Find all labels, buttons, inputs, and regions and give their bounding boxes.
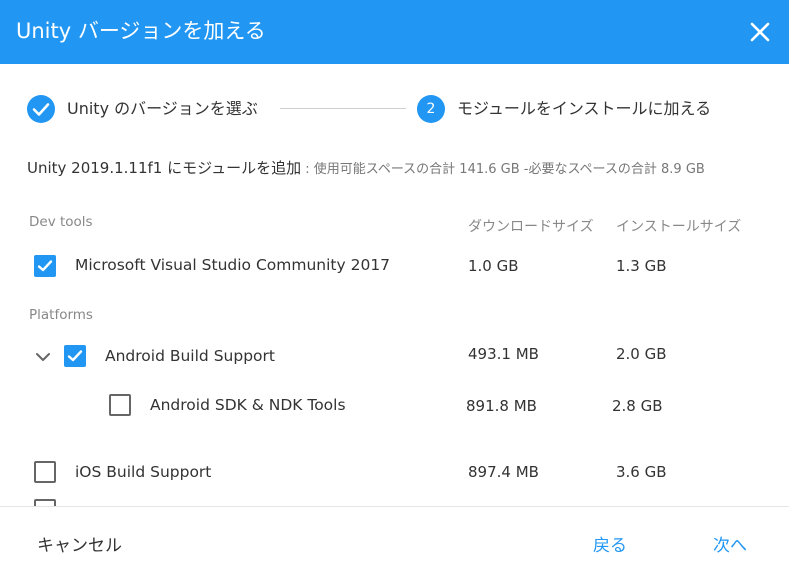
module-download-android: 493.1 MB	[468, 345, 539, 363]
column-install-size: インストールサイズ	[616, 219, 742, 235]
module-checkbox-visual-studio[interactable]	[34, 255, 56, 277]
module-download-ios: 897.4 MB	[468, 463, 539, 481]
module-download-visual-studio: 1.0 GB	[468, 257, 519, 275]
chevron-down-icon[interactable]	[34, 348, 52, 370]
module-checkbox-android-sdk-ndk[interactable]	[109, 394, 131, 416]
dialog-title: Unity バージョンを加える	[16, 19, 266, 43]
step-2-number: 2	[417, 95, 445, 123]
close-icon[interactable]	[745, 17, 775, 47]
module-download-android-sdk-ndk: 891.8 MB	[466, 397, 537, 415]
summary-space: : 使用可能スペースの合計 141.6 GB -必要なスペースの合計 8.9 G…	[301, 162, 705, 177]
module-install-visual-studio: 1.3 GB	[616, 257, 667, 275]
step-connector	[280, 108, 406, 109]
module-name-android-sdk-ndk: Android SDK & NDK Tools	[150, 396, 346, 414]
module-install-ios: 3.6 GB	[616, 463, 667, 481]
step-2-label: モジュールをインストールに加える	[457, 99, 712, 118]
next-button[interactable]: 次へ	[713, 531, 747, 556]
column-download-size: ダウンロードサイズ	[468, 219, 594, 235]
section-dev-tools: Dev tools	[29, 214, 93, 230]
step-1-label: Unity のバージョンを選ぶ	[67, 99, 258, 118]
summary-main: Unity 2019.1.11f1 にモジュールを追加	[27, 159, 302, 177]
checkmark-icon	[67, 350, 83, 362]
module-name-ios: iOS Build Support	[75, 463, 212, 481]
dialog-title-bar: Unity バージョンを加える	[0, 0, 789, 64]
section-platforms: Platforms	[29, 307, 93, 323]
dialog-footer: キャンセル 戻る 次へ	[0, 506, 789, 587]
cancel-button[interactable]: キャンセル	[37, 531, 122, 556]
module-checkbox-ios[interactable]	[34, 461, 56, 483]
stepper: Unity のバージョンを選ぶ 2 モジュールをインストールに加える	[0, 90, 789, 128]
check-icon	[27, 95, 55, 123]
module-name-visual-studio: Microsoft Visual Studio Community 2017	[75, 256, 391, 274]
module-checkbox-android[interactable]	[64, 345, 86, 367]
back-button[interactable]: 戻る	[593, 531, 627, 556]
module-name-android: Android Build Support	[105, 347, 275, 365]
module-install-android: 2.0 GB	[616, 345, 667, 363]
module-install-android-sdk-ndk: 2.8 GB	[612, 397, 663, 415]
checkmark-icon	[37, 260, 53, 272]
space-summary: Unity 2019.1.11f1 にモジュールを追加 : 使用可能スペースの合…	[27, 157, 767, 181]
